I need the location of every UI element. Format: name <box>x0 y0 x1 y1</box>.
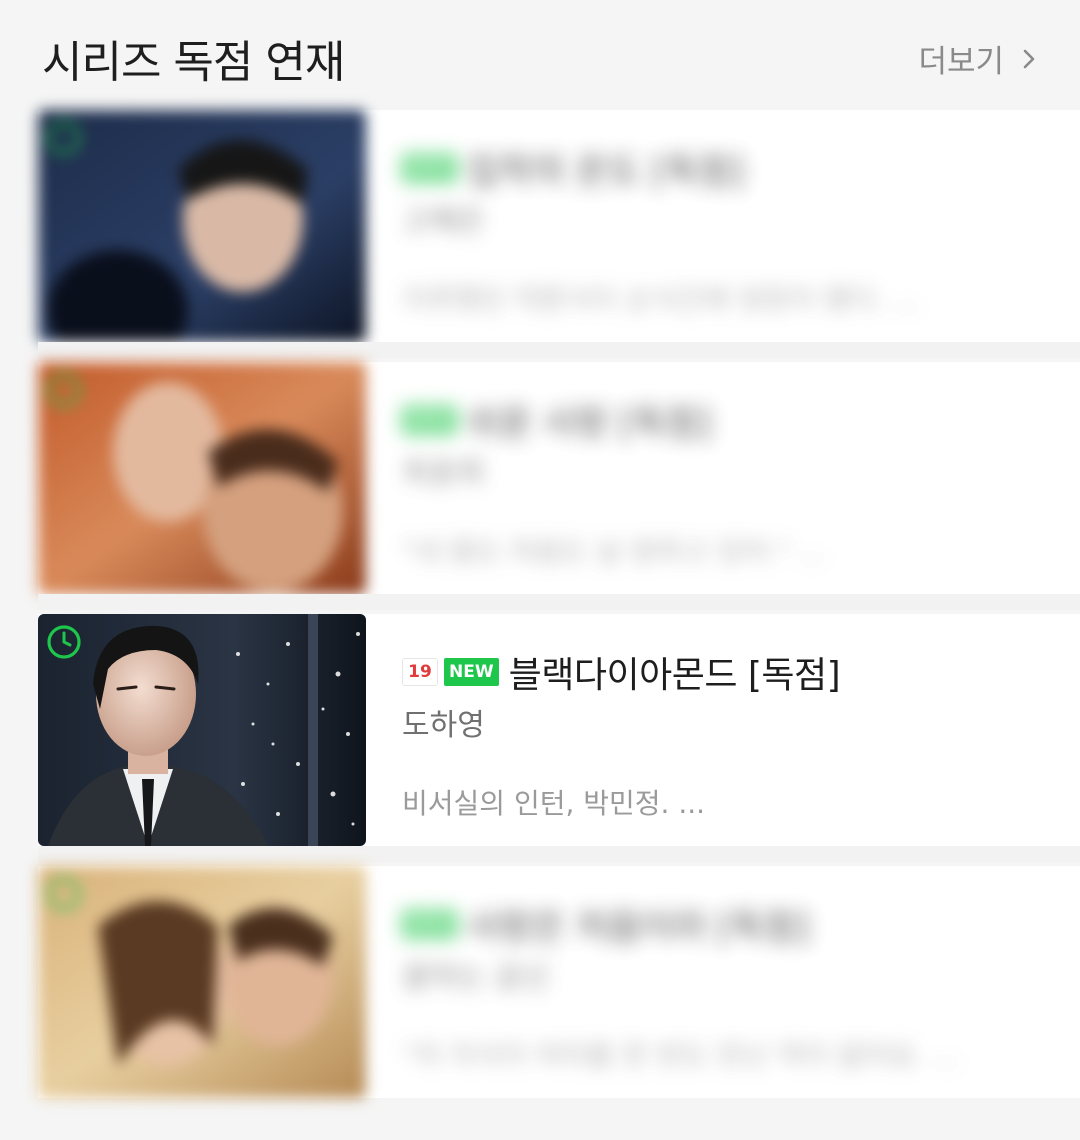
more-link[interactable]: 더보기 <box>918 36 1040 81</box>
series-info: 19 NEW 블랙다이아몬드 [독점] 도하영 비서실의 인턴, 박민정. ..… <box>402 614 1080 846</box>
series-description: 지루했던 약혼식이 순식간에 엉망이 됐다. ... <box>402 283 921 316</box>
series-thumbnail <box>38 362 366 594</box>
new-badge: NEW <box>402 154 457 182</box>
series-item[interactable]: NEW 사랑은 처음이라 [독점] 꿀하는 곰신 "저 자식이 여자를 한 번도… <box>38 866 1080 1098</box>
title-row: NEW 쉬운 사랑 [독점] <box>402 394 712 446</box>
clock-icon <box>47 877 81 911</box>
series-info: NEW 집착의 온도 [독점] 고혜은 지루했던 약혼식이 순식간에 엉망이 됐… <box>402 110 1080 342</box>
series-title: 블랙다이아몬드 [독점] <box>508 655 841 696</box>
clock-icon <box>47 121 81 155</box>
section-title: 시리즈 독점 연재 <box>42 37 345 88</box>
series-title: 쉬운 사랑 [독점] <box>466 403 712 444</box>
series-thumbnail <box>38 110 366 342</box>
series-author: 고혜은 <box>402 204 485 239</box>
series-info: NEW 쉬운 사랑 [독점] 최윤희 "내 몸도 마음도 날 원하고 있어." … <box>402 362 1080 594</box>
title-row: 19 NEW 블랙다이아몬드 [독점] <box>402 646 841 698</box>
clock-icon <box>47 625 81 659</box>
more-label: 더보기 <box>918 44 1004 80</box>
series-title: 사랑은 처음이라 [독점] <box>466 907 810 948</box>
title-row: NEW 집착의 온도 [독점] <box>402 142 744 194</box>
series-item[interactable]: NEW 쉬운 사랑 [독점] 최윤희 "내 몸도 마음도 날 원하고 있어." … <box>38 362 1080 594</box>
section-header: 시리즈 독점 연재 더보기 <box>0 0 1080 105</box>
new-badge: NEW <box>402 910 457 938</box>
item-divider <box>38 594 1080 610</box>
series-description: 비서실의 인턴, 박민정. ... <box>402 787 706 820</box>
series-item[interactable]: 19 NEW 블랙다이아몬드 [독점] 도하영 비서실의 인턴, 박민정. ..… <box>38 614 1080 846</box>
exclusive-series-section: 시리즈 독점 연재 더보기 NEW 집착의 온도 [독점] 고혜은 지루했던 약… <box>0 0 1080 1140</box>
series-thumbnail <box>38 614 366 846</box>
new-badge: NEW <box>402 406 457 434</box>
item-divider <box>38 342 1080 358</box>
series-title: 집착의 온도 [독점] <box>466 151 745 192</box>
series-thumbnail <box>38 866 366 1098</box>
chevron-right-icon <box>1023 49 1035 68</box>
series-description: "내 몸도 마음도 날 원하고 있어." ... <box>402 535 826 568</box>
age-19-badge: 19 <box>402 658 438 686</box>
series-description: "저 자식이 여자를 한 번도 만난 적이 없어요. ... <box>402 1039 960 1072</box>
title-row: NEW 사랑은 처음이라 [독점] <box>402 898 810 950</box>
series-author: 꿀하는 곰신 <box>402 960 550 995</box>
series-author: 최윤희 <box>402 456 485 491</box>
series-item[interactable]: NEW 집착의 온도 [독점] 고혜은 지루했던 약혼식이 순식간에 엉망이 됐… <box>38 110 1080 342</box>
series-info: NEW 사랑은 처음이라 [독점] 꿀하는 곰신 "저 자식이 여자를 한 번도… <box>402 866 1080 1098</box>
series-author: 도하영 <box>402 708 485 743</box>
item-divider <box>38 846 1080 862</box>
new-badge: NEW <box>444 658 499 686</box>
clock-icon <box>47 373 81 407</box>
